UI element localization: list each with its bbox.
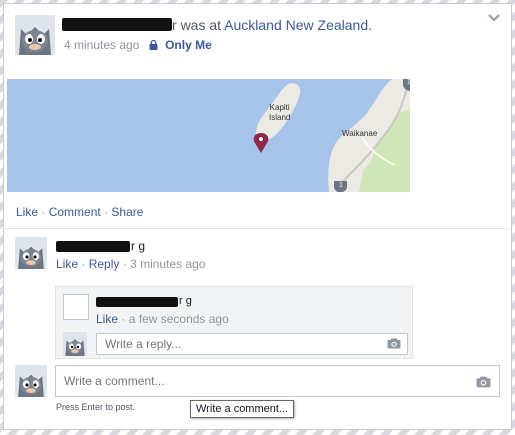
- reply-composer-avatar: [63, 332, 87, 356]
- map-route-bottom: 1: [339, 182, 343, 189]
- like-link[interactable]: Like: [16, 205, 38, 219]
- reply-avatar-placeholder[interactable]: [63, 294, 89, 320]
- reply-name-suffix[interactable]: r g: [179, 295, 192, 307]
- location-map[interactable]: Kapiti Island Waikanae 1 1: [7, 79, 410, 192]
- action-separator: ·: [41, 205, 46, 219]
- cat-avatar-icon: [15, 15, 55, 55]
- post-author-avatar[interactable]: [15, 15, 55, 55]
- post-meta: 4 minutes ago Only Me: [64, 38, 212, 53]
- lock-icon: [149, 39, 158, 53]
- author-name-redacted: [62, 18, 172, 31]
- privacy-label[interactable]: Only Me: [165, 38, 212, 52]
- map-label-island: Kapiti Island: [269, 103, 291, 122]
- cat-avatar-icon: [15, 365, 47, 397]
- composer-avatar: [15, 365, 47, 397]
- comment-tooltip: Write a comment...: [190, 400, 295, 418]
- cat-avatar-icon: [15, 237, 47, 269]
- comment-meta: Like · Reply · 3 minutes ago: [56, 257, 205, 271]
- reply-camera-icon[interactable]: [387, 338, 401, 352]
- commenter-name-redacted: [56, 241, 130, 252]
- action-separator: ·: [104, 205, 109, 219]
- action-separator: ·: [81, 257, 86, 271]
- reply-input[interactable]: [96, 333, 408, 355]
- share-link[interactable]: Share: [111, 205, 143, 219]
- reply-meta: Like · a few seconds ago: [96, 312, 229, 326]
- comment-camera-icon[interactable]: [476, 376, 491, 391]
- commenter-avatar[interactable]: [15, 237, 47, 269]
- comment-timestamp[interactable]: 3 minutes ago: [130, 257, 205, 271]
- headline-period: .: [368, 17, 373, 33]
- commenter-name-suffix[interactable]: r g: [131, 239, 145, 253]
- reply-timestamp[interactable]: a few seconds ago: [129, 312, 229, 326]
- divider: [4, 228, 511, 229]
- comment-input[interactable]: [55, 365, 500, 397]
- place-link[interactable]: Auckland New Zealand: [224, 17, 368, 33]
- post-card: r was at Auckland New Zealand. 4 minutes…: [3, 3, 512, 430]
- action-separator: ·: [121, 312, 126, 326]
- reply-name-redacted: [96, 297, 178, 307]
- comment-link[interactable]: Comment: [49, 205, 101, 219]
- action-separator: ·: [122, 257, 127, 271]
- press-enter-hint: Press Enter to post.: [56, 402, 136, 412]
- post-options-chevron-icon[interactable]: [487, 12, 501, 26]
- post-actions: Like · Comment · Share: [16, 205, 143, 219]
- post-timestamp[interactable]: 4 minutes ago: [64, 38, 139, 52]
- cat-avatar-icon: [63, 332, 87, 356]
- post-action-text: was at: [180, 17, 222, 33]
- post-headline: r was at Auckland New Zealand.: [172, 17, 372, 33]
- map-label-town: Waikanae: [342, 129, 378, 138]
- author-name-suffix[interactable]: r: [172, 17, 177, 33]
- comment-reply-link[interactable]: Reply: [89, 257, 120, 271]
- reply-like-link[interactable]: Like: [96, 312, 118, 326]
- map-route-top: 1: [407, 79, 410, 86]
- reply-thread: r g Like · a few seconds ago: [55, 286, 413, 359]
- comment-like-link[interactable]: Like: [56, 257, 78, 271]
